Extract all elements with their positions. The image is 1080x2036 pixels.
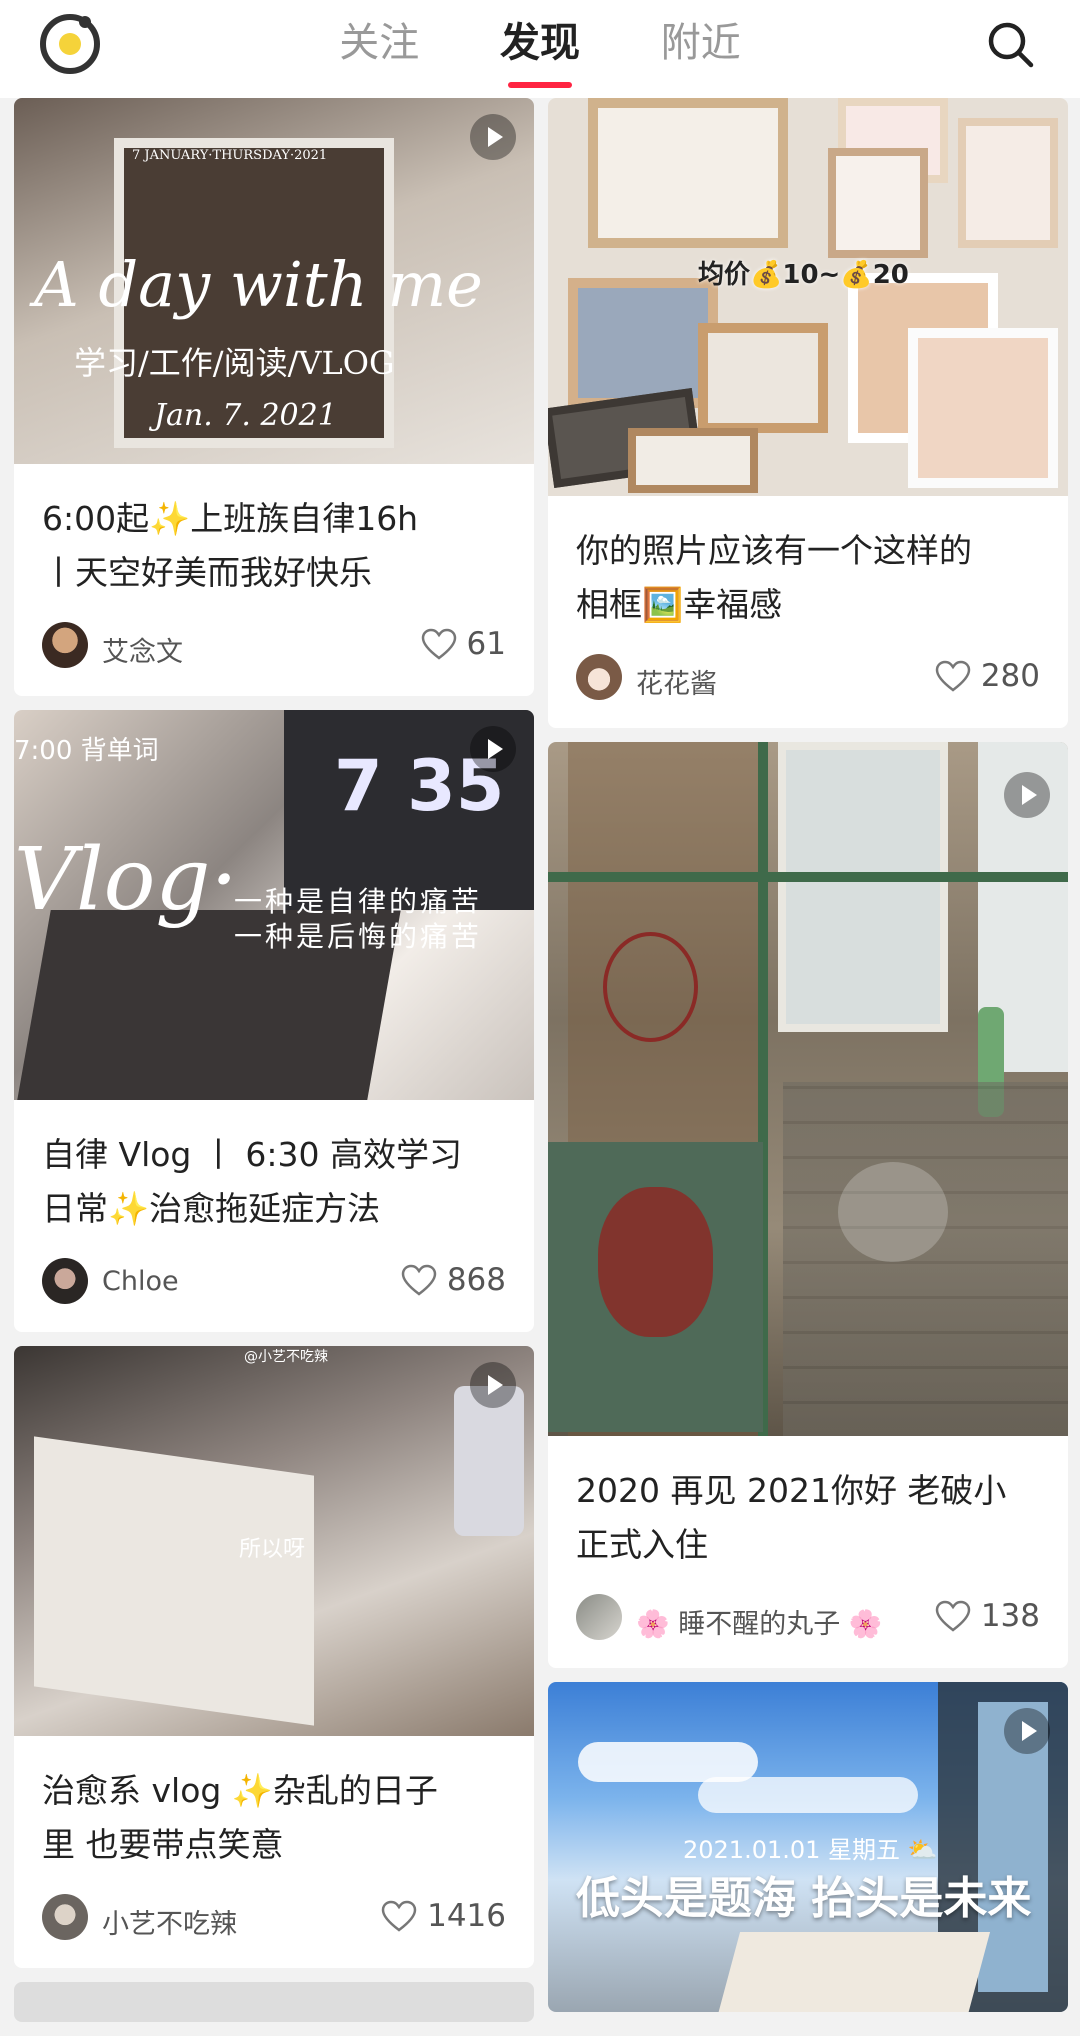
note-meta: 艾念文 61 (14, 600, 534, 696)
author-name[interactable]: 小艺不吃辣 (102, 1902, 237, 1941)
heart-icon (935, 660, 971, 692)
like-count: 138 (980, 1598, 1040, 1634)
heart-icon (401, 1264, 437, 1296)
avatar[interactable] (576, 1594, 622, 1640)
note-meta: 🌸 睡不醒的丸子 🌸 138 (548, 1572, 1068, 1668)
like-count: 280 (980, 658, 1040, 694)
cover-text: 2021.01.01 星期五 ⛅ (683, 1836, 938, 1864)
note-meta: 小艺不吃辣 1416 (14, 1872, 534, 1968)
note-title: 自律 Vlog 丨 6:30 高效学习 日常✨治愈拖延症方法 (42, 1135, 462, 1228)
note-cover-image[interactable]: @小艺不吃辣 所以呀 (14, 1346, 534, 1736)
note-cover-image[interactable] (548, 742, 1068, 1436)
play-icon (470, 726, 516, 772)
author-name[interactable]: 艾念文 (102, 630, 183, 669)
cover-text: @小艺不吃辣 (244, 1349, 328, 1365)
avatar[interactable] (42, 1894, 88, 1940)
cover-text: 一种是后悔的痛苦 (234, 920, 483, 953)
like-count: 61 (466, 626, 506, 662)
cover-text: 7 JANUARY·THURSDAY·2021 (132, 148, 328, 163)
search-icon[interactable] (986, 20, 1036, 70)
avatar[interactable] (42, 1258, 88, 1304)
tab-bar: 关注 发现 附近 (0, 10, 1080, 88)
cover-text: 一种是自律的痛苦 (234, 885, 483, 918)
note-card[interactable]: 7:00 背单词 7 35 Vlog· 一种是自律的痛苦 一种是后悔的痛苦 自律… (14, 710, 534, 1332)
feed-column-right: 均价💰10~💰20 你的照片应该有一个这样的 相框🖼️幸福感 花花酱 280 2… (548, 98, 1068, 2026)
feed-column-left: 7 JANUARY·THURSDAY·2021 A day with me 学习… (14, 98, 534, 2036)
like-button[interactable]: 868 (401, 1262, 506, 1298)
author-name[interactable]: Chloe (102, 1266, 179, 1297)
note-card[interactable]: 7 JANUARY·THURSDAY·2021 A day with me 学习… (14, 98, 534, 696)
avatar[interactable] (576, 654, 622, 700)
tab-nearby[interactable]: 附近 (661, 10, 741, 88)
like-button[interactable]: 61 (421, 626, 506, 662)
like-count: 1416 (427, 1898, 506, 1934)
cover-text: 所以呀 (239, 1537, 306, 1562)
heart-icon (935, 1600, 971, 1632)
play-icon (470, 1362, 516, 1408)
cover-text: 学习/工作/阅读/VLOG (74, 344, 395, 382)
note-card[interactable]: 2020 再见 2021你好 老破小 正式入住 🌸 睡不醒的丸子 🌸 138 (548, 742, 1068, 1668)
note-cover-image[interactable]: 均价💰10~💰20 (548, 98, 1068, 496)
cover-text: Vlog· (14, 830, 238, 930)
cover-text: 低头是题海 抬头是未来 (576, 1873, 1032, 1924)
like-button[interactable]: 138 (935, 1598, 1040, 1634)
note-cover-image[interactable]: 7:00 背单词 7 35 Vlog· 一种是自律的痛苦 一种是后悔的痛苦 (14, 710, 534, 1100)
like-button[interactable]: 1416 (381, 1898, 506, 1934)
avatar[interactable] (42, 622, 88, 668)
note-card[interactable]: @小艺不吃辣 所以呀 治愈系 vlog ✨杂乱的日子 里 也要带点笑意 小艺不吃… (14, 1346, 534, 1968)
cover-text: 7:00 背单词 (14, 736, 159, 766)
note-meta: 花花酱 280 (548, 632, 1068, 728)
note-cover-image[interactable]: 2021.01.01 星期五 ⛅ 低头是题海 抬头是未来 (548, 1682, 1068, 2012)
play-icon (1004, 1708, 1050, 1754)
note-meta: Chloe 868 (14, 1236, 534, 1332)
play-icon (470, 114, 516, 160)
heart-icon (381, 1900, 417, 1932)
heart-icon (421, 628, 456, 660)
top-nav-bar: 关注 发现 附近 (0, 0, 1080, 98)
cover-text: 均价💰10~💰20 (698, 260, 909, 290)
note-title: 你的照片应该有一个这样的 相框🖼️幸福感 (576, 531, 972, 624)
tab-discover[interactable]: 发现 (500, 10, 580, 88)
note-card[interactable]: 2021.01.01 星期五 ⛅ 低头是题海 抬头是未来 (548, 1682, 1068, 2012)
cover-text: A day with me (34, 248, 483, 321)
note-title: 2020 再见 2021你好 老破小 正式入住 (576, 1471, 1007, 1564)
note-title: 治愈系 vlog ✨杂乱的日子 里 也要带点笑意 (42, 1771, 438, 1864)
like-count: 868 (446, 1262, 506, 1298)
author-name[interactable]: 🌸 睡不醒的丸子 🌸 (636, 1602, 882, 1641)
note-cover-image[interactable]: 7 JANUARY·THURSDAY·2021 A day with me 学习… (14, 98, 534, 464)
tab-following[interactable]: 关注 (339, 10, 419, 88)
author-name[interactable]: 花花酱 (636, 662, 717, 701)
play-icon (1004, 772, 1050, 818)
note-card[interactable]: 均价💰10~💰20 你的照片应该有一个这样的 相框🖼️幸福感 花花酱 280 (548, 98, 1068, 728)
note-title: 6:00起✨上班族自律16h 丨天空好美而我好快乐 (42, 499, 419, 592)
note-card[interactable] (14, 1982, 534, 2022)
cover-text: Jan. 7. 2021 (154, 398, 337, 433)
like-button[interactable]: 280 (935, 658, 1040, 694)
